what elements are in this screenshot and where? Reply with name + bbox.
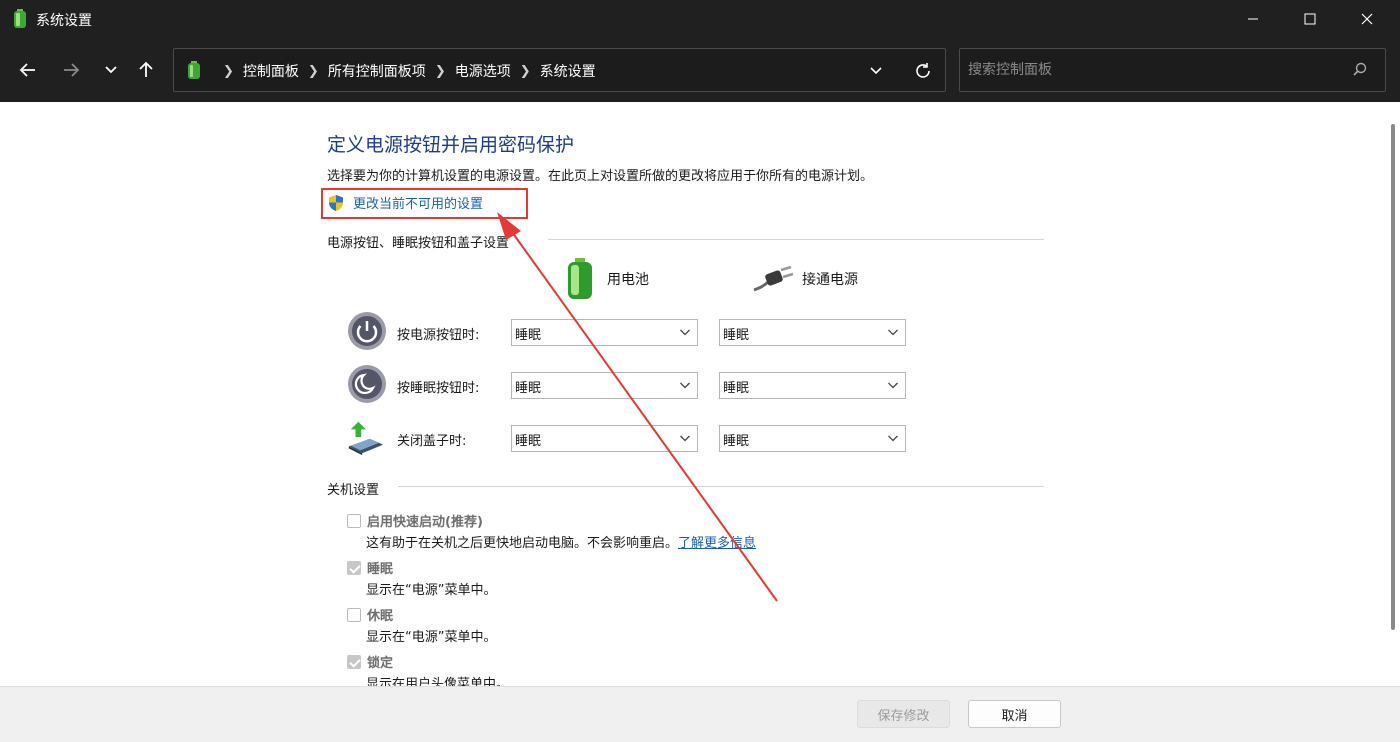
search-box[interactable] <box>959 48 1386 92</box>
minimize-button[interactable] <box>1230 0 1276 38</box>
breadcrumb-separator-icon: ❯ <box>434 63 446 79</box>
breadcrumb-item-control-panel[interactable]: 控制面板 <box>243 61 299 81</box>
up-arrow-icon <box>139 61 153 77</box>
battery-app-icon <box>14 9 26 28</box>
power-plug-icon <box>753 266 794 292</box>
power-button-icon <box>348 312 386 350</box>
checkbox-box-checked[interactable] <box>347 560 361 575</box>
chevron-down-icon <box>888 382 898 389</box>
fast-startup-desc-text: 这有助于在关机之后更快地启动电脑。不会影响重启。 <box>366 536 679 551</box>
breadcrumb-item-system-settings[interactable]: 系统设置 <box>540 61 596 81</box>
select-value: 睡眠 <box>723 328 750 343</box>
scrollbar-thumb[interactable] <box>1391 124 1395 630</box>
address-dropdown-button[interactable] <box>864 60 888 82</box>
laptop-lid-icon <box>348 421 384 456</box>
vertical-scrollbar[interactable] <box>1387 102 1400 686</box>
close-lid-plugged-select[interactable]: 睡眠 <box>719 425 906 452</box>
save-changes-button[interactable]: 保存修改 <box>857 700 950 728</box>
back-button[interactable] <box>13 55 43 85</box>
sleep-checkbox[interactable]: 睡眠 <box>347 558 393 577</box>
hibernate-description: 显示在“电源”菜单中。 <box>366 630 497 645</box>
chevron-down-icon <box>680 382 690 389</box>
forward-arrow-icon <box>64 63 80 77</box>
close-icon <box>1361 13 1373 25</box>
sleep-button-battery-select[interactable]: 睡眠 <box>511 372 698 399</box>
select-value: 睡眠 <box>515 328 542 343</box>
chevron-down-icon <box>105 66 117 74</box>
lock-checkbox[interactable]: 锁定 <box>347 652 393 671</box>
maximize-button[interactable] <box>1287 0 1333 38</box>
chevron-down-icon <box>888 329 898 336</box>
close-lid-battery-select[interactable]: 睡眠 <box>511 425 698 452</box>
maximize-icon <box>1304 13 1316 25</box>
battery-icon <box>568 258 592 299</box>
up-button[interactable] <box>131 55 161 85</box>
navigation-bar: ❯ 控制面板 ❯ 所有控制面板项 ❯ 电源选项 ❯ 系统设置 <box>0 38 1400 102</box>
chevron-down-icon <box>888 435 898 442</box>
power-section-divider <box>548 239 1044 240</box>
shutdown-section-title: 关机设置 <box>327 483 380 498</box>
power-button-battery-select[interactable]: 睡眠 <box>511 319 698 346</box>
select-value: 睡眠 <box>515 434 542 449</box>
page-title: 定义电源按钮并启用密码保护 <box>327 134 575 156</box>
page-description: 选择要为你的计算机设置的电源设置。在此页上对设置所做的更改将应用于你所有的电源计… <box>327 169 874 184</box>
sleep-description: 显示在“电源”菜单中。 <box>366 583 497 598</box>
close-button[interactable] <box>1344 0 1390 38</box>
breadcrumb-separator-icon: ❯ <box>223 63 234 79</box>
chevron-down-icon <box>680 435 690 442</box>
learn-more-link[interactable]: 了解更多信息 <box>678 536 756 551</box>
search-input[interactable] <box>968 59 1338 81</box>
hibernate-checkbox[interactable]: 休眠 <box>347 605 393 624</box>
sleep-button-plugged-select[interactable]: 睡眠 <box>719 372 906 399</box>
battery-column-label: 用电池 <box>607 272 649 288</box>
cancel-button[interactable]: 取消 <box>968 700 1061 728</box>
power-button-plugged-select[interactable]: 睡眠 <box>719 319 906 346</box>
close-lid-label: 关闭盖子时: <box>397 434 467 449</box>
select-value: 睡眠 <box>723 434 750 449</box>
chevron-down-icon <box>680 329 690 336</box>
footer-bar: 保存修改 取消 <box>0 686 1400 742</box>
fast-startup-label: 启用快速启动(推荐) <box>367 515 483 530</box>
power-button-label: 按电源按钮时: <box>397 328 480 343</box>
checkbox-box[interactable] <box>347 607 361 622</box>
plugged-in-column-header: 接通电源 <box>752 266 858 292</box>
window-title: 系统设置 <box>36 13 92 29</box>
select-value: 睡眠 <box>723 381 750 396</box>
forward-button[interactable] <box>56 55 86 85</box>
hibernate-label: 休眠 <box>367 609 394 624</box>
recent-locations-button[interactable] <box>96 55 126 85</box>
title-bar: 系统设置 <box>0 0 1400 38</box>
lock-label: 锁定 <box>367 656 394 671</box>
chevron-down-icon <box>870 67 882 75</box>
address-bar[interactable]: ❯ 控制面板 ❯ 所有控制面板项 ❯ 电源选项 ❯ 系统设置 <box>173 48 946 92</box>
breadcrumb-item-power-options[interactable]: 电源选项 <box>455 61 511 81</box>
battery-location-icon <box>188 61 200 79</box>
breadcrumb-item-all-items[interactable]: 所有控制面板项 <box>328 61 426 81</box>
back-arrow-icon <box>19 63 35 77</box>
breadcrumb-separator-icon: ❯ <box>519 63 531 79</box>
checkbox-box[interactable] <box>347 513 361 528</box>
content-area: 定义电源按钮并启用密码保护 选择要为你的计算机设置的电源设置。在此页上对设置所做… <box>0 102 1387 686</box>
checkbox-box-checked[interactable] <box>347 654 361 669</box>
highlight-box <box>321 188 528 219</box>
sleep-button-icon <box>348 365 386 403</box>
lock-description: 显示在用户头像菜单中。 <box>366 677 510 686</box>
fast-startup-description: 这有助于在关机之后更快地启动电脑。不会影响重启。了解更多信息 <box>366 532 756 551</box>
refresh-icon <box>916 63 930 78</box>
breadcrumb-separator-icon: ❯ <box>307 63 319 79</box>
shutdown-section-divider <box>398 486 1044 487</box>
refresh-button[interactable] <box>910 58 936 84</box>
sleep-label: 睡眠 <box>367 562 394 577</box>
plugged-in-column-label: 接通电源 <box>802 272 858 288</box>
sleep-button-label: 按睡眠按钮时: <box>397 381 480 396</box>
battery-column-header: 用电池 <box>565 258 649 300</box>
minimize-icon <box>1248 18 1258 20</box>
breadcrumb: ❯ 控制面板 ❯ 所有控制面板项 ❯ 电源选项 ❯ 系统设置 <box>214 61 596 81</box>
search-icon <box>1353 62 1367 76</box>
power-section-title: 电源按钮、睡眠按钮和盖子设置 <box>327 236 510 251</box>
fast-startup-checkbox[interactable]: 启用快速启动(推荐) <box>347 511 483 530</box>
select-value: 睡眠 <box>515 381 542 396</box>
